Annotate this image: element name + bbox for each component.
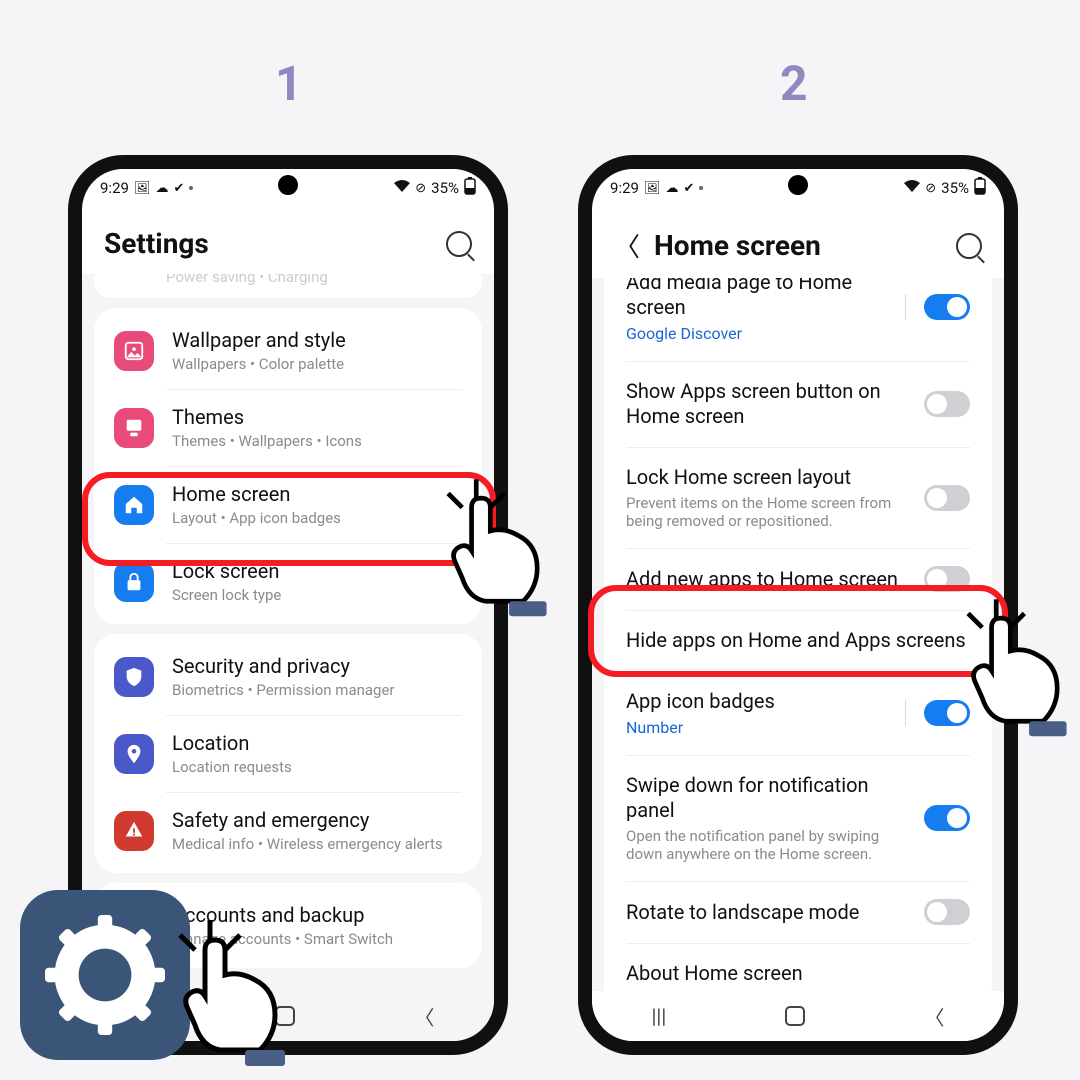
homescreen-settings-scroll[interactable]: Add media page to Home screen Google Disc… xyxy=(592,278,1004,1030)
search-icon[interactable] xyxy=(446,231,472,257)
shield-icon xyxy=(114,657,154,697)
camera-punch-hole xyxy=(278,175,298,195)
option-link[interactable]: Number xyxy=(626,718,891,737)
search-icon[interactable] xyxy=(956,233,982,259)
settings-row-home-screen[interactable]: Home screen Layout • App icon badges xyxy=(94,466,482,543)
option-title: Rotate to landscape mode xyxy=(626,900,910,925)
back-button[interactable]: 〈 xyxy=(924,1002,944,1031)
option-subtitle: Prevent items on the Home screen from be… xyxy=(626,494,910,530)
settings-row-location[interactable]: Location Location requests xyxy=(94,715,482,792)
toggle-switch[interactable] xyxy=(924,899,970,925)
battery-icon xyxy=(974,177,986,199)
option-title: Lock Home screen layout xyxy=(626,465,910,490)
toggle-switch[interactable] xyxy=(924,805,970,831)
row-subtitle: Screen lock type xyxy=(172,586,462,604)
option-row-app-icon-badges[interactable]: App icon badges Number xyxy=(604,671,992,755)
toggle-switch[interactable] xyxy=(924,566,970,592)
row-subtitle: Manage accounts • Smart Switch xyxy=(172,930,462,948)
phone-frame-2: 9:29 🖼 ☁ ✔ ⊘ 35% 〈 Home screen Add media… xyxy=(578,155,1018,1055)
row-subtitle: Wallpapers • Color palette xyxy=(172,355,462,373)
page-title: Settings xyxy=(104,227,432,260)
option-row-lock-home-screen-layout[interactable]: Lock Home screen layout Prevent items on … xyxy=(604,447,992,548)
no-data-icon: ⊘ xyxy=(925,181,936,196)
camera-punch-hole xyxy=(788,175,808,195)
option-row-show-apps-screen-button-on-home-scr[interactable]: Show Apps screen button on Home screen xyxy=(604,361,992,447)
lock-icon xyxy=(114,562,154,602)
status-time: 9:29 xyxy=(100,179,129,197)
back-button[interactable]: 〈 xyxy=(414,1002,434,1031)
safety-icon xyxy=(114,811,154,851)
option-row-rotate-to-landscape-mode[interactable]: Rotate to landscape mode xyxy=(604,881,992,943)
option-title: About Home screen xyxy=(626,961,970,986)
home-button[interactable] xyxy=(785,1006,805,1026)
status-time: 9:29 xyxy=(610,179,639,197)
option-row-hide-apps-on-home-and-apps-screens[interactable]: Hide apps on Home and Apps screens xyxy=(604,610,992,671)
wifi-icon xyxy=(904,180,920,196)
location-icon xyxy=(114,734,154,774)
recents-button[interactable]: ||| xyxy=(652,1004,667,1028)
settings-row-security-and-privacy[interactable]: Security and privacy Biometrics • Permiss… xyxy=(94,638,482,715)
option-row-add-new-apps-to-home-screen[interactable]: Add new apps to Home screen xyxy=(604,548,992,610)
check-icon: ✔ xyxy=(683,181,694,196)
check-icon: ✔ xyxy=(173,181,184,196)
android-nav-bar: ||| 〈 xyxy=(592,991,1004,1041)
image-icon: 🖼 xyxy=(644,181,661,196)
more-dot-icon xyxy=(699,186,703,190)
back-chevron-icon[interactable]: 〈 xyxy=(614,227,640,264)
battery-icon xyxy=(464,177,476,199)
cloud-icon: ☁ xyxy=(155,181,168,196)
row-title: Home screen xyxy=(172,482,462,507)
settings-row-safety-and-emergency[interactable]: Safety and emergency Medical info • Wirel… xyxy=(94,792,482,869)
option-title: Show Apps screen button on Home screen xyxy=(626,379,910,429)
page-title: Home screen xyxy=(654,229,942,262)
row-subtitle: Biometrics • Permission manager xyxy=(172,681,462,699)
row-title: Wallpaper and style xyxy=(172,328,462,353)
option-link[interactable]: Google Discover xyxy=(626,324,891,343)
settings-row-wallpaper-and-style[interactable]: Wallpaper and style Wallpapers • Color pa… xyxy=(94,312,482,389)
row-subtitle: Layout • App icon badges xyxy=(172,509,462,527)
battery-text: 35% xyxy=(941,179,969,197)
option-subtitle: Open the notification panel by swiping d… xyxy=(626,827,910,863)
row-subtitle: Location requests xyxy=(172,758,462,776)
option-title: App icon badges xyxy=(626,689,891,714)
toggle-switch[interactable] xyxy=(924,485,970,511)
home-button[interactable] xyxy=(275,1006,295,1026)
option-row-swipe-down-for-notification-panel[interactable]: Swipe down for notification panel Open th… xyxy=(604,755,992,881)
wallpaper-icon xyxy=(114,331,154,371)
option-title: Add media page to Home screen xyxy=(626,278,891,320)
more-dot-icon xyxy=(189,186,193,190)
divider xyxy=(905,294,906,320)
settings-header: Settings xyxy=(82,203,494,274)
truncated-row: Power saving • Charging xyxy=(94,274,482,294)
home-screen-header: 〈 Home screen xyxy=(592,203,1004,278)
option-title: Add new apps to Home screen xyxy=(626,567,910,592)
settings-row-lock-screen[interactable]: Lock screen Screen lock type xyxy=(94,543,482,620)
row-title: Lock screen xyxy=(172,559,462,584)
row-title: Safety and emergency xyxy=(172,808,462,833)
battery-text: 35% xyxy=(431,179,459,197)
row-subtitle: Themes • Wallpapers • Icons xyxy=(172,432,462,450)
step-number-2: 2 xyxy=(780,55,808,112)
toggle-switch[interactable] xyxy=(924,700,970,726)
image-icon: 🖼 xyxy=(134,181,151,196)
row-title: Security and privacy xyxy=(172,654,462,679)
settings-row-themes[interactable]: Themes Themes • Wallpapers • Icons xyxy=(94,389,482,466)
step-number-1: 1 xyxy=(275,55,303,112)
option-row-add-media-page-to-home-screen[interactable]: Add media page to Home screen Google Disc… xyxy=(604,278,992,361)
home-icon xyxy=(114,485,154,525)
wifi-icon xyxy=(394,180,410,196)
toggle-switch[interactable] xyxy=(924,391,970,417)
row-title: Location xyxy=(172,731,462,756)
no-data-icon: ⊘ xyxy=(415,181,426,196)
row-subtitle: Medical info • Wireless emergency alerts xyxy=(172,835,462,853)
toggle-switch[interactable] xyxy=(924,294,970,320)
divider xyxy=(905,700,906,726)
row-title: Themes xyxy=(172,405,462,430)
row-title: Accounts and backup xyxy=(172,903,462,928)
option-title: Swipe down for notification panel xyxy=(626,773,910,823)
option-title: Hide apps on Home and Apps screens xyxy=(626,628,970,653)
cloud-icon: ☁ xyxy=(665,181,678,196)
themes-icon xyxy=(114,408,154,448)
settings-app-icon[interactable] xyxy=(20,890,190,1060)
